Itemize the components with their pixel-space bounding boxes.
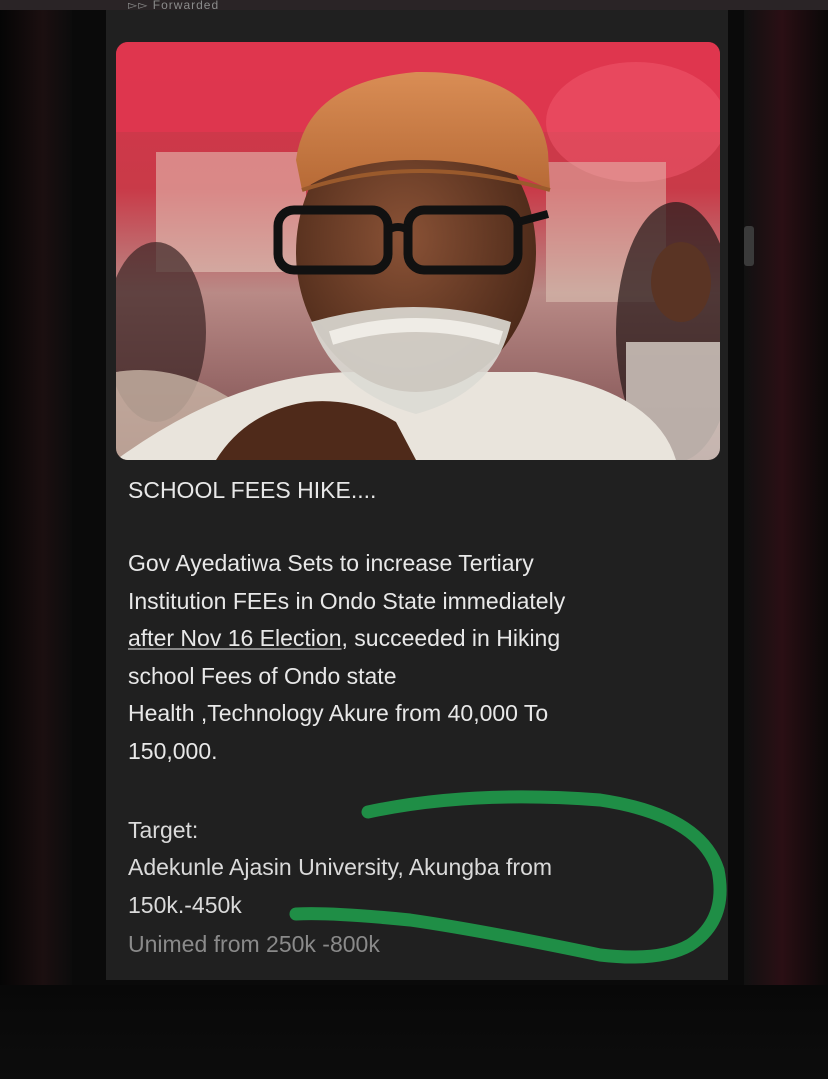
photo-illustration [116,42,720,460]
target-line: 150k.-450k [128,891,242,918]
election-link[interactable]: after Nov 16 Election [128,625,342,651]
target-lines: Adekunle Ajasin University, Akungba from… [128,849,708,924]
body-line: Health ,Technology Akure from 40,000 To [128,700,549,726]
forwarded-label: ▻▻ Forwarded [128,0,220,12]
post-photo[interactable] [116,42,720,460]
bottom-bar [0,985,828,1079]
post-headline: SCHOOL FEES HIKE.... [128,477,377,503]
post-body: Gov Ayedatiwa Sets to increase Tertiary … [128,545,708,770]
target-line: Adekunle Ajasin University, Akungba from [128,854,553,880]
body-line: school Fees of Ondo state [128,662,397,689]
body-line: 150,000. [128,737,218,764]
background-left-edge [0,0,72,1000]
body-line: after Nov 16 Election, succeeded in Hiki… [128,625,561,651]
background-right-edge [744,0,828,1000]
body-line: Institution FEEs in Ondo State immediate… [128,587,566,614]
target-label: Target: [128,817,199,843]
side-tab [744,226,754,266]
faded-line: Unimed from 250k -800k [128,931,380,957]
top-strip [0,0,828,10]
body-line: Gov Ayedatiwa Sets to increase Tertiary [128,550,534,576]
